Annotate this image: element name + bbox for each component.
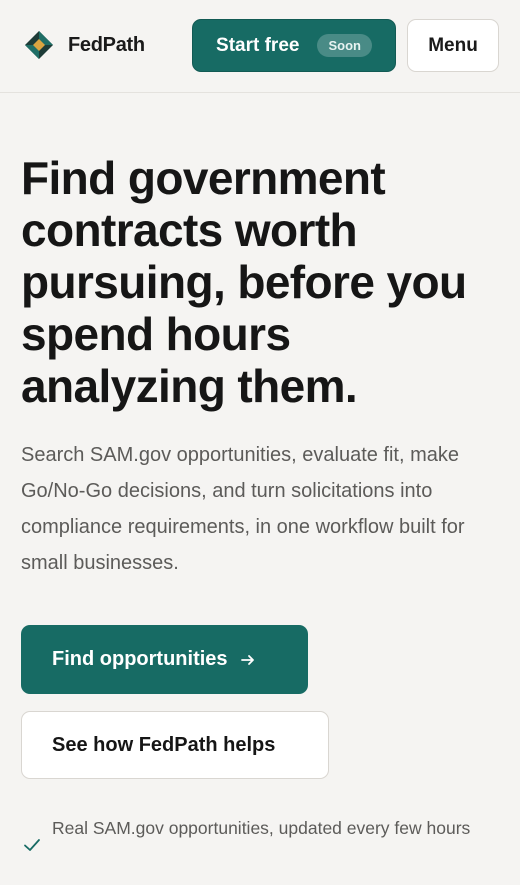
start-free-label: Start free <box>216 34 300 56</box>
hero-headline: Find government contracts worth pursuing… <box>21 152 467 412</box>
fedpath-diamond-logo-icon <box>25 31 53 59</box>
start-free-button[interactable]: Start free Soon <box>192 19 396 72</box>
site-header: FedPath Start free Soon Menu <box>0 0 520 93</box>
feature-text: Real SAM.gov opportunities, updated ever… <box>52 818 471 838</box>
find-opportunities-label: Find opportunities <box>52 648 228 670</box>
menu-label: Menu <box>428 34 478 56</box>
checkmark-icon <box>24 839 40 851</box>
see-how-fedpath-helps-button[interactable]: See how FedPath helps <box>21 711 329 779</box>
see-how-label: See how FedPath helps <box>52 733 276 756</box>
brand-name: FedPath <box>68 33 145 56</box>
find-opportunities-button[interactable]: Find opportunities <box>21 625 308 694</box>
menu-button[interactable]: Menu <box>407 19 499 72</box>
arrow-right-icon <box>240 654 254 665</box>
feature-list-item: Real SAM.gov opportunities, updated ever… <box>21 812 491 854</box>
soon-badge: Soon <box>317 34 372 57</box>
hero-subcopy: Search SAM.gov opportunities, evaluate f… <box>21 444 465 574</box>
brand-logo-link[interactable]: FedPath <box>24 28 145 62</box>
